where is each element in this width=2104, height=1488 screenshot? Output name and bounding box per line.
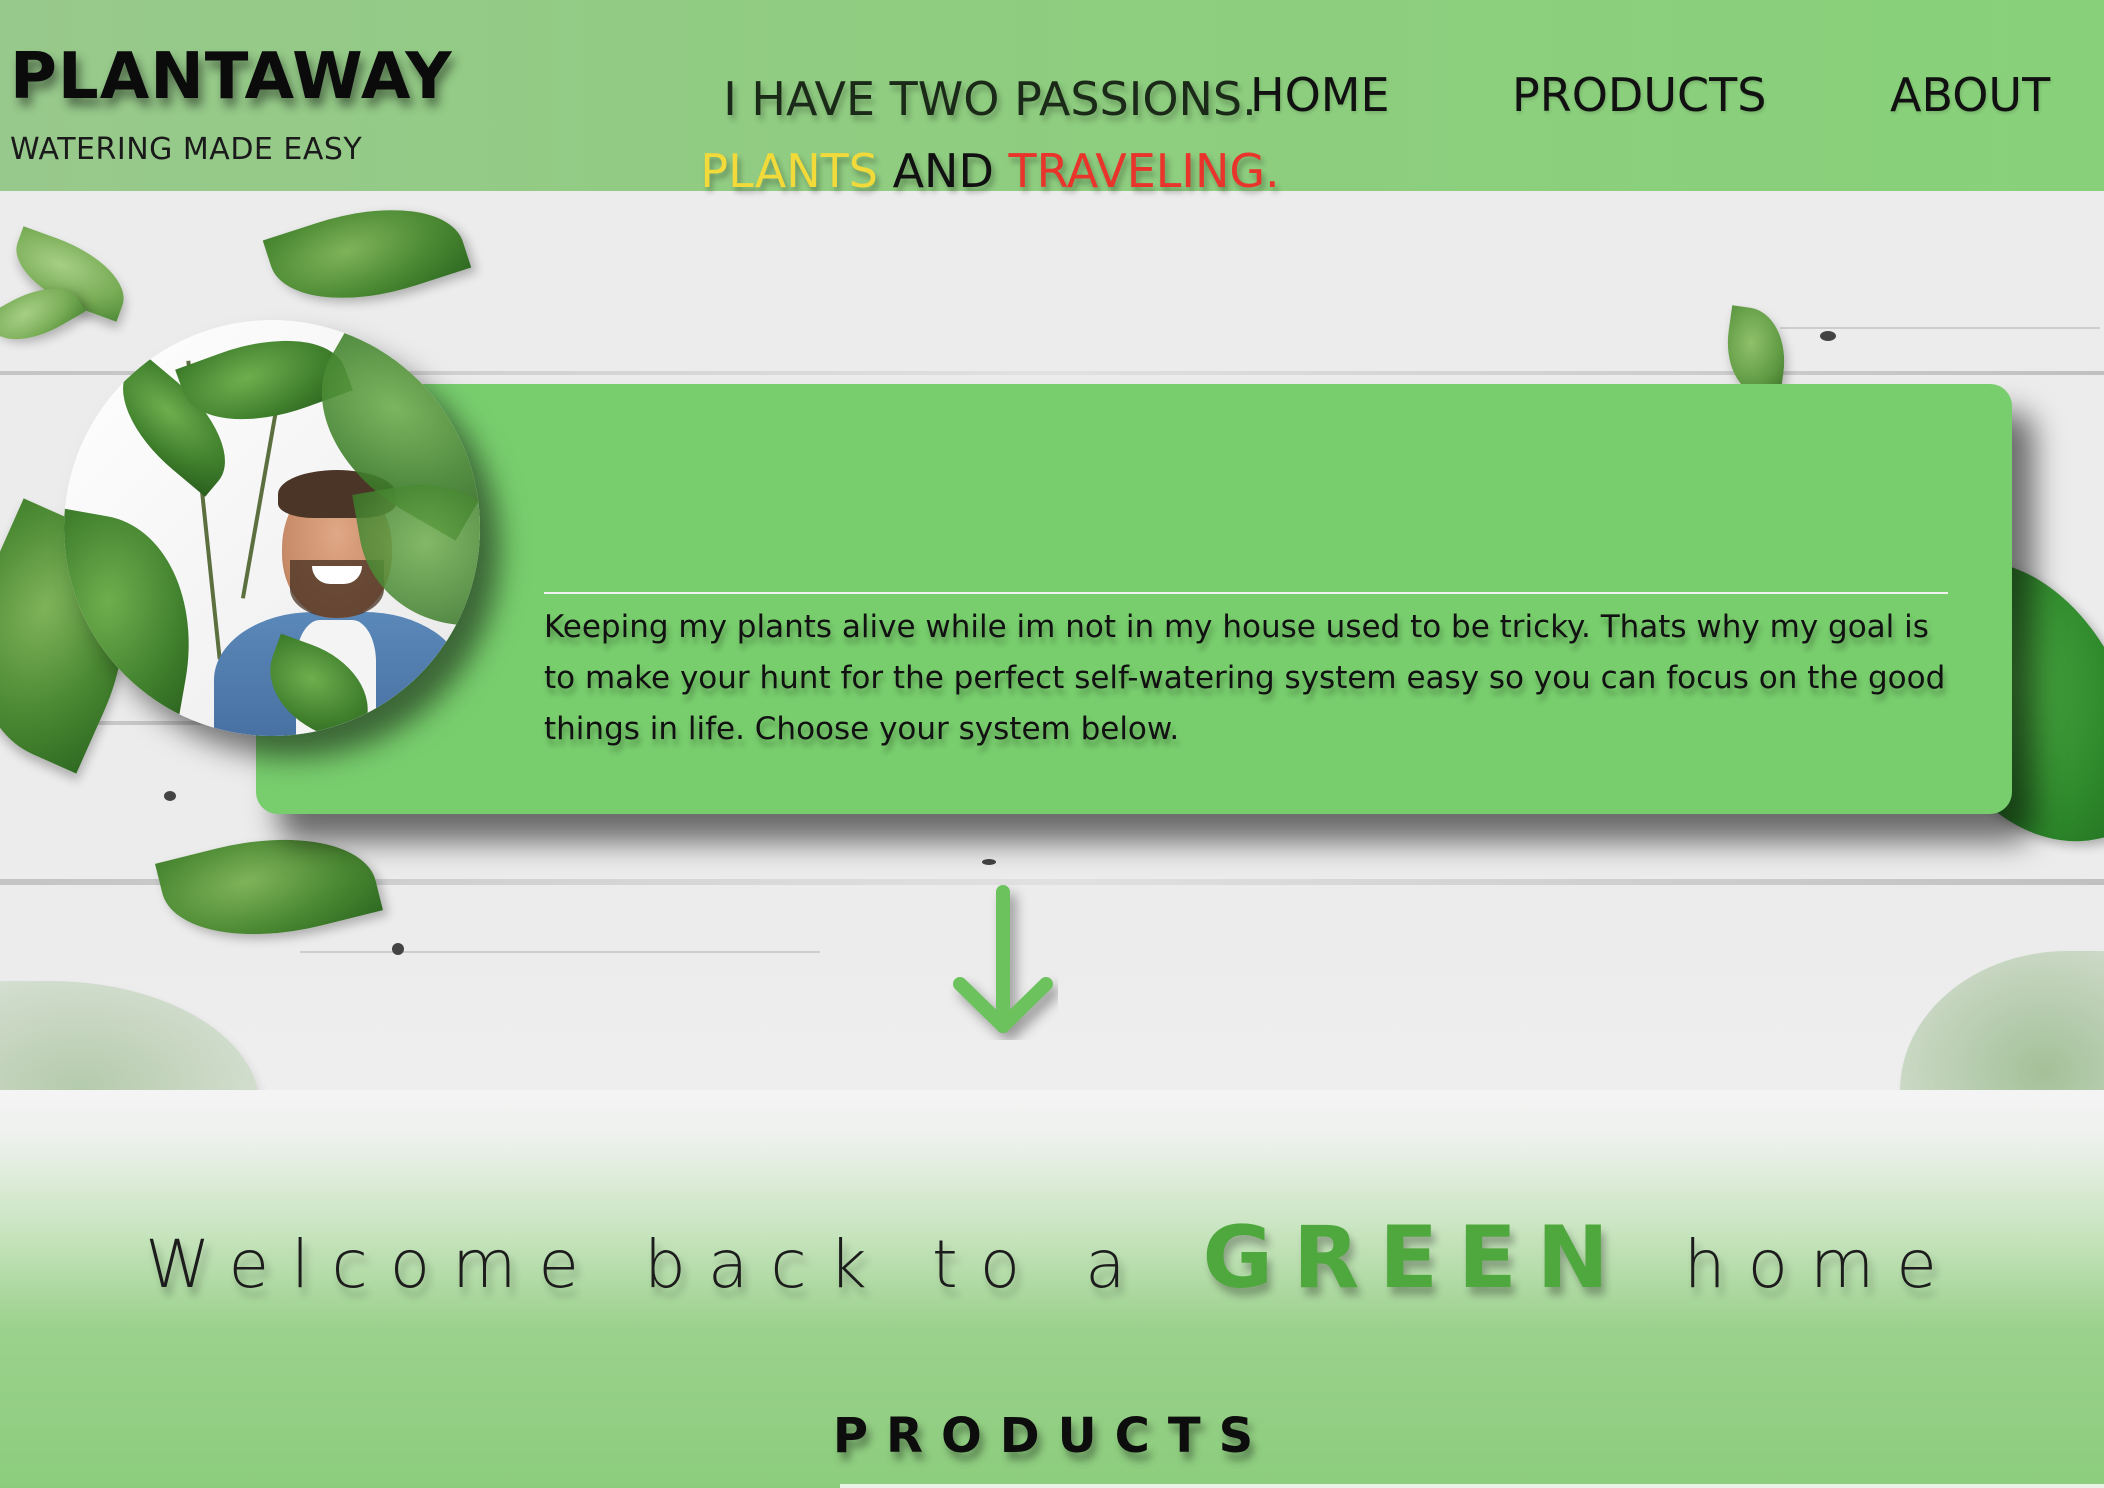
intro-divider <box>544 592 1948 594</box>
wood-knot <box>982 859 996 865</box>
wood-knot <box>164 791 176 801</box>
wood-grain <box>1780 327 2100 329</box>
leaf-decoration <box>155 813 383 961</box>
section-divider <box>840 1484 2104 1488</box>
welcome-heading: Welcome back to a GREEN home <box>0 1208 2104 1308</box>
traveling-word: TRAVELING. <box>1008 144 1280 198</box>
intro-body-text: Keeping my plants alive while im not in … <box>544 609 1946 747</box>
arrow-down-icon[interactable] <box>948 880 1058 1040</box>
welcome-text-after: home <box>1683 1226 1959 1303</box>
intro-heading: I HAVE TWO PASSIONS. <box>723 72 1257 126</box>
plants-word: PLANTS <box>700 144 878 198</box>
wood-knot <box>1820 331 1836 341</box>
plant-leaf <box>64 508 212 736</box>
products-section-heading: PRODUCTS <box>832 1408 1272 1464</box>
page: PLANTAWAY WATERING MADE EASY HOME PRODUC… <box>0 0 2104 1488</box>
wood-grain <box>300 951 820 953</box>
and-word: AND <box>892 144 994 198</box>
welcome-text-before: Welcome back to a <box>145 1226 1148 1303</box>
leaf-decoration <box>262 191 472 327</box>
owner-portrait <box>64 320 480 736</box>
intro-subheading: PLANTS AND TRAVELING. <box>0 144 1980 198</box>
welcome-green-word: GREEN <box>1202 1208 1629 1308</box>
wood-knot <box>392 943 404 955</box>
